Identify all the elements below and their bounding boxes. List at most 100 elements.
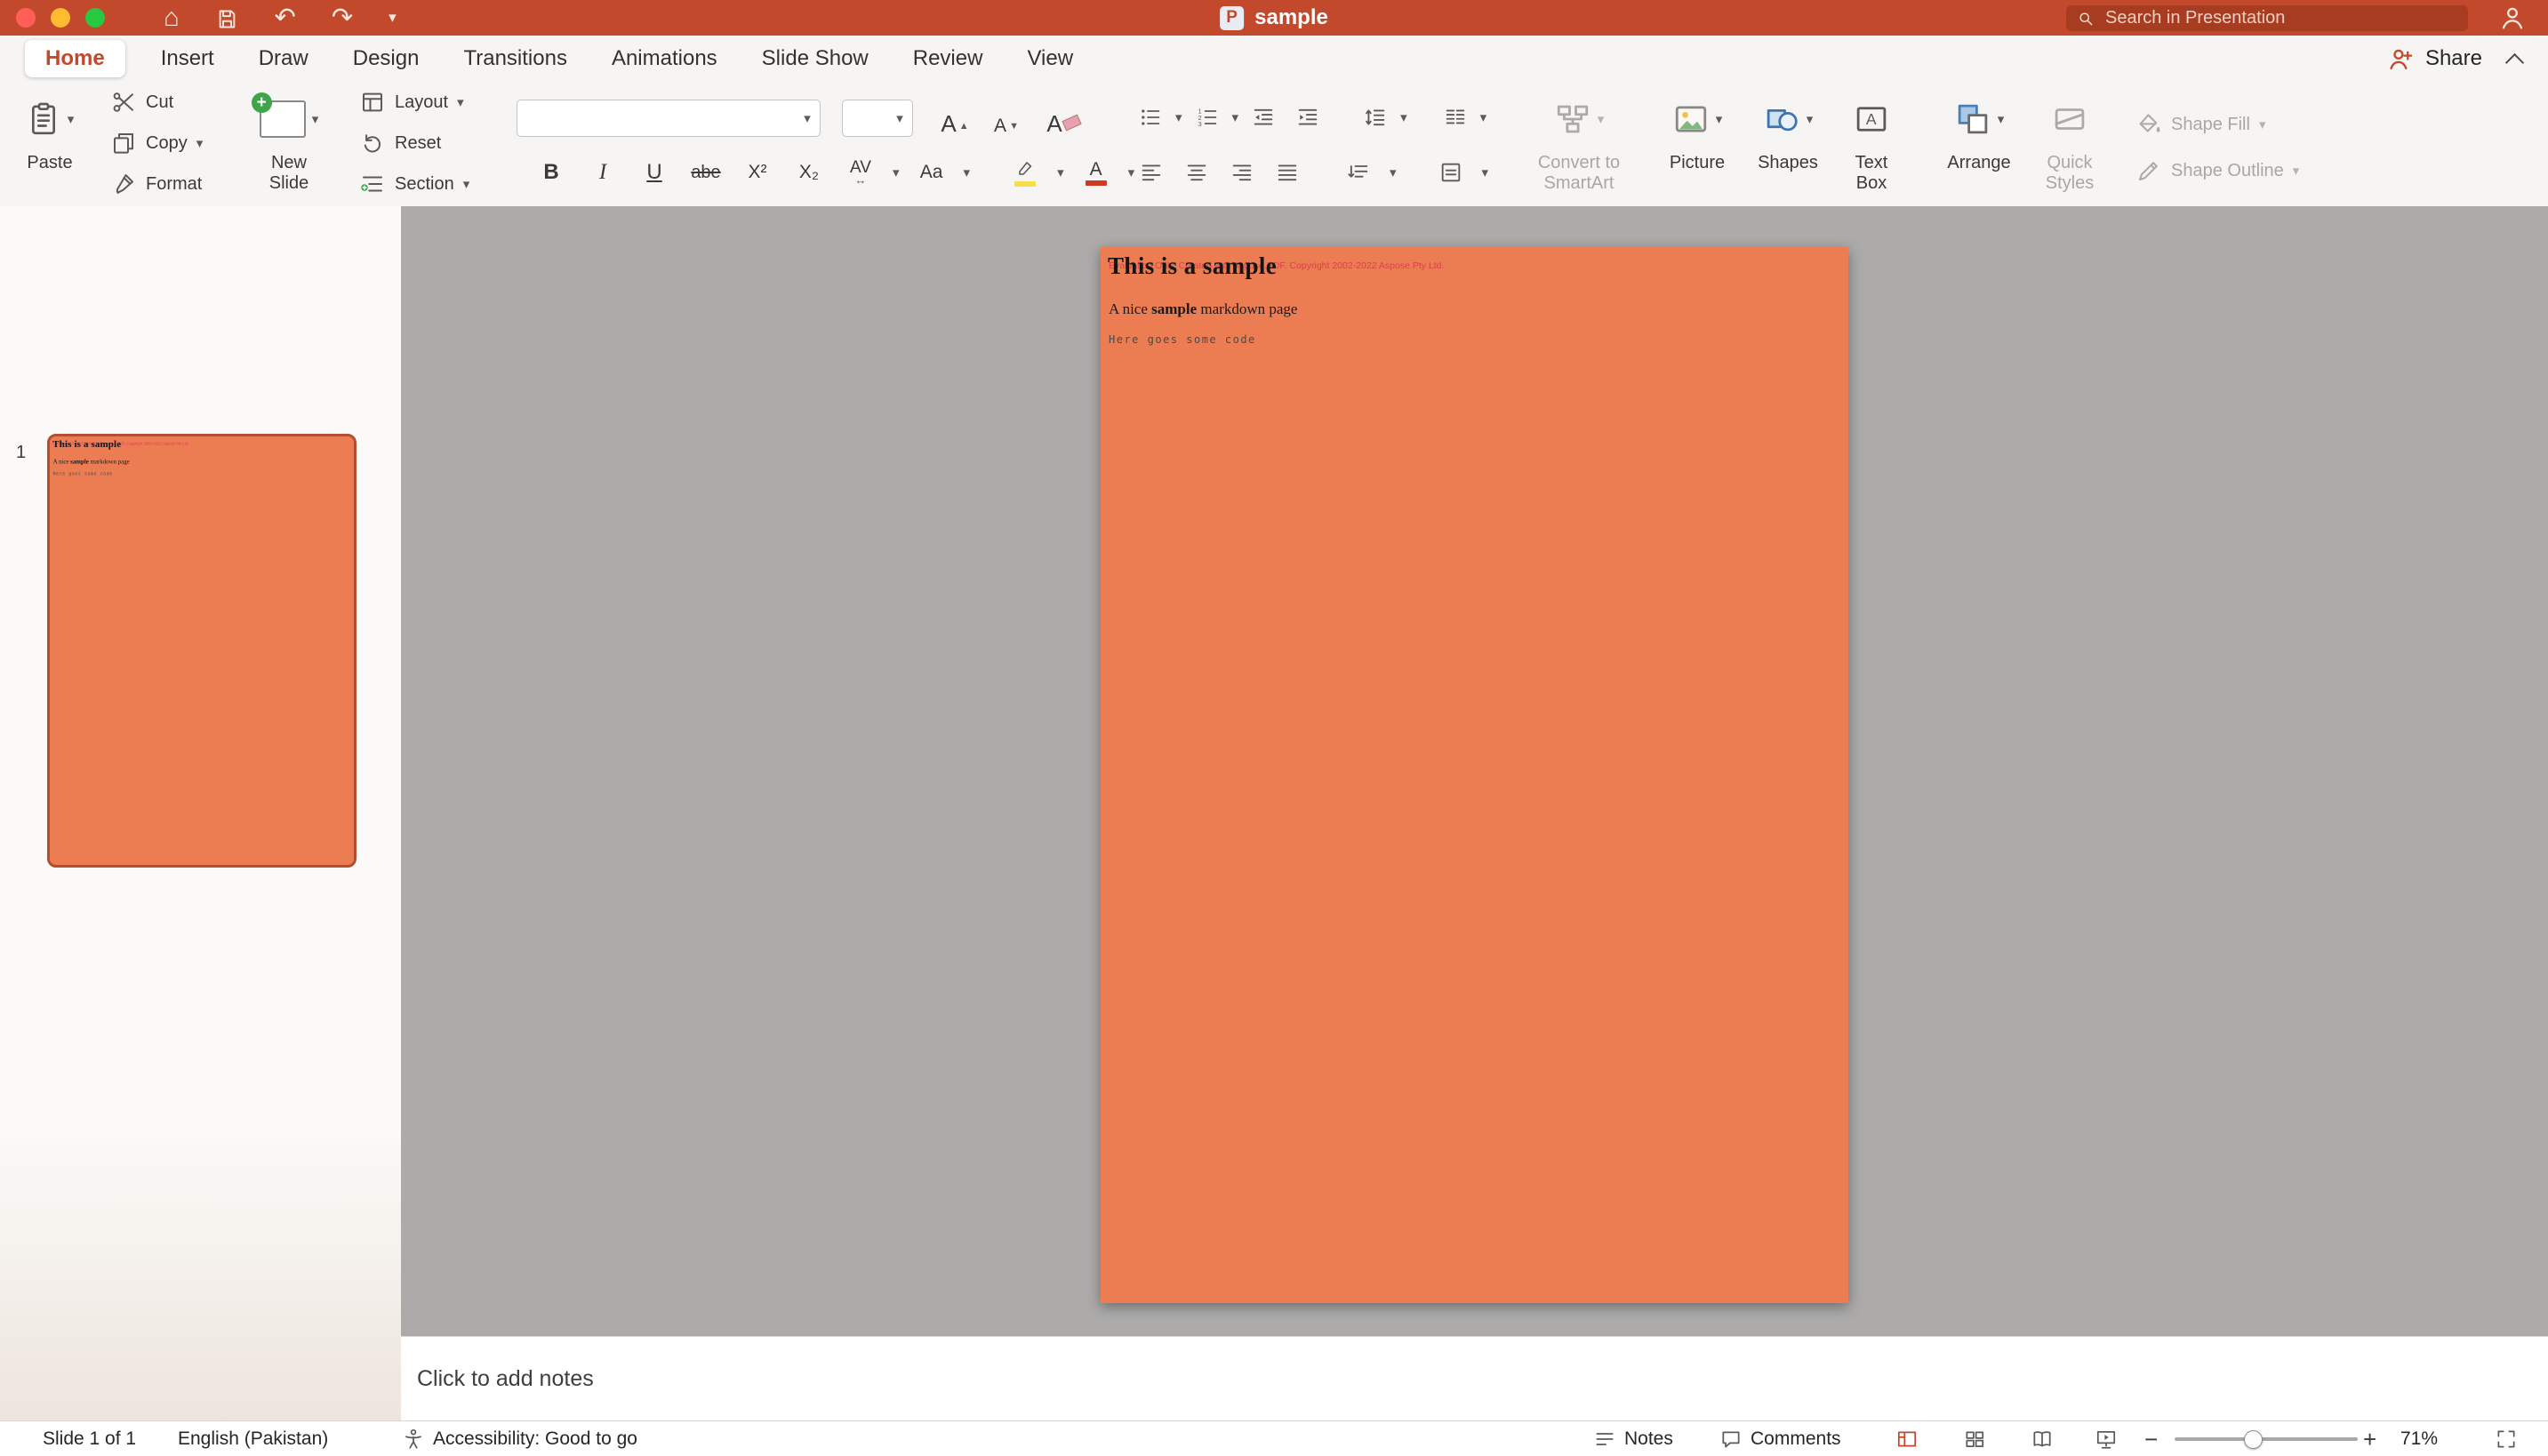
zoom-value[interactable]: 71% [2400,1421,2438,1456]
align-text-button[interactable] [1431,155,1470,190]
share-button[interactable]: Share [2387,45,2482,73]
slide-counter[interactable]: Slide 1 of 1 [43,1421,136,1456]
account-icon[interactable] [2498,4,2527,36]
editing-canvas[interactable]: Evaluation Only. Created with Aspose.PDF… [401,206,2548,1336]
notes-pane[interactable]: Click to add notes [401,1336,2548,1421]
copy-dropdown-icon[interactable]: ▾ [196,137,204,150]
comments-toggle-button[interactable]: Comments [1719,1421,1841,1456]
align-right-button[interactable] [1225,155,1259,190]
line-spacing-button[interactable] [1356,100,1395,135]
layout-dropdown-icon[interactable]: ▾ [457,96,464,109]
clear-formatting-button[interactable]: A [1042,100,1085,139]
normal-view-button[interactable] [1895,1421,1919,1456]
reading-view-button[interactable] [2031,1421,2054,1456]
shapes-button[interactable]: ▾ Shapes [1745,87,1831,173]
new-slide-dropdown-icon[interactable]: ▾ [312,113,319,126]
increase-indent-button[interactable] [1288,100,1327,135]
convert-to-smartart-button[interactable]: ▾ Convert to SmartArt [1521,87,1637,194]
font-size-dropdown-icon[interactable]: ▾ [887,110,912,126]
tab-design[interactable]: Design [353,46,420,71]
text-direction-button[interactable] [1339,155,1378,190]
search-box[interactable] [2066,5,2468,31]
bullets-dropdown-icon[interactable]: ▾ [1175,111,1182,124]
section-button[interactable]: Section ▾ [359,164,469,204]
text-box-button[interactable]: Text Box [1829,87,1914,194]
font-name-select[interactable]: ▾ [517,100,821,137]
slide-heading[interactable]: This is a sample [1108,252,1277,280]
underline-button[interactable]: U [635,155,674,190]
collapse-ribbon-icon[interactable] [2505,52,2524,71]
font-color-dropdown-icon[interactable]: ▾ [1128,166,1135,180]
picture-dropdown-icon[interactable]: ▾ [1716,113,1723,126]
decrease-indent-button[interactable] [1244,100,1283,135]
customize-toolbar-icon[interactable]: ▾ [389,0,397,36]
slide-sorter-view-button[interactable] [1963,1421,1986,1456]
justify-button[interactable] [1270,155,1304,190]
format-painter-button[interactable]: Format [110,164,203,204]
notes-toggle-button[interactable]: Notes [1593,1421,1673,1456]
home-icon[interactable]: ⌂ [164,0,180,36]
fullscreen-button[interactable] [85,8,105,28]
numbering-button[interactable] [1188,100,1227,135]
copy-button[interactable]: Copy ▾ [110,123,203,164]
language-selector[interactable]: English (Pakistan) [178,1421,328,1456]
tab-animations[interactable]: Animations [612,46,717,71]
change-case-dropdown-icon[interactable]: ▾ [964,166,971,180]
notes-placeholder[interactable]: Click to add notes [417,1366,594,1392]
tab-review[interactable]: Review [913,46,983,71]
picture-button[interactable]: ▾ Picture [1655,87,1740,173]
accessibility-checker[interactable]: Accessibility: Good to go [402,1421,637,1456]
fit-slide-to-window-button[interactable] [2495,1421,2518,1456]
change-case-button[interactable]: Aa [912,155,951,190]
columns-button[interactable] [1436,100,1475,135]
shrink-font-button[interactable]: A ▼ [985,100,1028,139]
zoom-out-button[interactable]: − [2144,1421,2158,1456]
close-button[interactable] [16,8,36,28]
quick-styles-button[interactable]: Quick Styles [2021,87,2119,194]
font-color-button[interactable]: A [1077,155,1116,190]
align-text-dropdown-icon[interactable]: ▾ [1482,166,1489,180]
character-spacing-dropdown-icon[interactable]: ▾ [893,166,900,180]
search-input[interactable] [2103,7,2457,29]
font-size-input[interactable] [843,108,887,129]
slide[interactable]: Evaluation Only. Created with Aspose.PDF… [1101,247,1848,1303]
reset-button[interactable]: Reset [359,123,469,164]
numbering-dropdown-icon[interactable]: ▾ [1232,111,1239,124]
shape-fill-button[interactable]: Shape Fill ▾ [2135,101,2299,148]
slide-body[interactable]: A nice sample markdown page [1109,300,1297,318]
tab-slide-show[interactable]: Slide Show [762,46,869,71]
cut-button[interactable]: Cut [110,82,203,123]
columns-dropdown-icon[interactable]: ▾ [1480,111,1487,124]
arrange-dropdown-icon[interactable]: ▾ [1998,113,2005,126]
strikethrough-button[interactable]: abe [686,155,725,190]
minimize-button[interactable] [51,8,70,28]
paste-dropdown-icon[interactable]: ▾ [68,113,75,126]
font-size-select[interactable]: ▾ [842,100,913,137]
arrange-button[interactable]: ▾ Arrange [1936,87,2022,173]
italic-button[interactable]: I [583,155,622,190]
redo-icon[interactable]: ↷ [332,0,353,36]
tab-insert[interactable]: Insert [161,46,214,71]
undo-icon[interactable]: ↶ [275,0,296,36]
slide-code[interactable]: Here goes some code [1109,333,1256,346]
bold-button[interactable]: B [532,155,571,190]
shapes-dropdown-icon[interactable]: ▾ [1807,113,1814,126]
superscript-button[interactable]: X² [738,155,777,190]
tab-draw[interactable]: Draw [259,46,308,71]
grow-font-button[interactable]: A ▲ [933,100,976,139]
bullets-button[interactable] [1131,100,1170,135]
tab-home[interactable]: Home [25,40,125,77]
tab-transitions[interactable]: Transitions [463,46,566,71]
text-direction-dropdown-icon[interactable]: ▾ [1390,166,1397,180]
zoom-slider-thumb[interactable] [2244,1430,2263,1449]
character-spacing-button[interactable]: AV↔ [841,155,880,190]
subscript-button[interactable]: X₂ [789,155,829,190]
save-icon[interactable] [215,0,239,36]
zoom-in-button[interactable]: + [2363,1421,2376,1456]
align-left-button[interactable] [1134,155,1168,190]
highlight-dropdown-icon[interactable]: ▾ [1057,166,1064,180]
section-dropdown-icon[interactable]: ▾ [463,178,470,191]
layout-button[interactable]: Layout ▾ [359,82,469,123]
paste-button[interactable]: ▾ Paste [12,87,87,173]
slide-thumbnail[interactable]: Evaluation Only. Created with Aspose.PDF… [47,434,357,868]
